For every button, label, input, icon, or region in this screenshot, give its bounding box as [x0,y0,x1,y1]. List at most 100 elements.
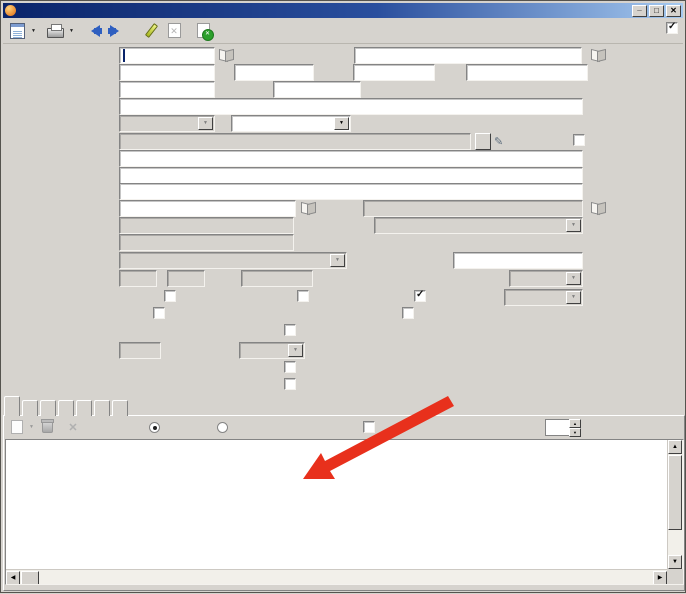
title-bar[interactable] [3,3,683,18]
cito-checkbox[interactable] [402,307,414,319]
chevron-down-icon[interactable] [566,291,581,304]
ak2-input[interactable] [353,64,435,81]
service-window: { "window": { "title": "Услуга [просмотр… [0,0,686,593]
show-header-checkbox[interactable] [666,22,678,34]
tab-discounts[interactable] [58,400,74,416]
tab-prices[interactable] [4,396,20,416]
app-icon [5,5,16,16]
scroll-down-icon[interactable] [668,555,682,569]
report-dropdown-icon[interactable] [29,20,38,42]
chevron-down-icon[interactable] [288,344,303,357]
spinner-up-icon[interactable] [569,419,581,428]
horizontal-scrollbar[interactable] [6,569,667,585]
description-input[interactable] [119,183,583,200]
edit-button[interactable] [140,20,162,42]
scroll-left-icon[interactable] [6,571,20,585]
print-button[interactable] [44,20,66,42]
end-date-input[interactable] [119,234,294,251]
age-from-input[interactable] [119,270,157,287]
maximize-button[interactable] [649,5,664,17]
vertical-scroll-thumb[interactable] [668,455,682,530]
scroll-right-icon[interactable] [653,571,667,585]
forward-button[interactable] [105,20,127,42]
attach-period-input[interactable] [119,342,161,359]
currency-combo[interactable] [509,270,583,287]
main-dept-input[interactable] [354,47,582,64]
type-sub-combo[interactable] [231,115,351,132]
horizontal-scroll-thumb[interactable] [21,571,39,585]
group-input[interactable] [119,200,296,217]
repeat-control-checkbox[interactable] [284,324,296,336]
short-name-input[interactable] [119,150,583,167]
close-record-button[interactable] [192,20,214,42]
start-date-input[interactable] [119,217,294,234]
nds-lookup-icon[interactable] [591,203,605,214]
spinner-down-icon[interactable] [569,428,581,437]
tab-service-sets[interactable] [22,400,38,416]
name-input[interactable] [119,98,583,115]
periodic-checkbox[interactable] [297,290,309,302]
chevron-down-icon[interactable] [566,219,581,232]
invoice-combo[interactable] [504,289,583,306]
changeable-price-checkbox[interactable] [414,290,426,302]
chevron-down-icon[interactable] [330,254,345,267]
age-to-input[interactable] [167,270,205,287]
delete-record-button[interactable] [163,20,185,42]
status-combo[interactable] [374,217,583,234]
minzdrav-input[interactable] [119,81,215,98]
chevron-down-icon[interactable] [566,272,581,285]
chevron-down-icon[interactable] [198,117,213,130]
tab-bar [4,396,130,416]
by-date-radio[interactable] [149,422,160,433]
nds-input[interactable] [363,200,583,217]
tab-treatment-standards[interactable] [94,400,110,416]
back-icon [85,25,102,37]
group-lookup-icon[interactable] [301,203,315,214]
fractional-checkbox[interactable] [284,378,296,390]
recalc-checkbox[interactable] [363,421,375,433]
main-dept-lookup-icon[interactable] [591,50,605,61]
minimize-button[interactable] [632,5,647,17]
alt-name-input[interactable] [119,167,583,184]
auto-writeoff-checkbox[interactable] [153,307,165,319]
by-type-radio[interactable] [217,422,228,433]
med-institution-value [123,49,125,62]
chevron-down-icon[interactable] [334,117,349,130]
dept-direction-checkbox[interactable] [573,134,585,146]
tab-assignment-types[interactable] [76,400,92,416]
report-button[interactable] [6,20,28,42]
ak-input[interactable] [234,64,314,81]
add-price-button[interactable] [7,418,27,436]
scroll-up-icon[interactable] [668,440,682,454]
delete-price-button[interactable] [37,418,57,436]
last-count-spinner[interactable] [545,419,569,436]
tab-cost-structure[interactable] [40,400,56,416]
cancel-button[interactable]: ✕ [63,418,83,436]
vertical-scrollbar[interactable] [667,440,683,569]
complex-only-checkbox[interactable] [284,361,296,373]
edit-pencil-icon[interactable]: ✎ [494,135,503,148]
print-icon [47,28,64,38]
ak3-input[interactable] [466,64,588,81]
add-price-dropdown-icon[interactable] [27,418,36,436]
qty-limit-input[interactable] [453,252,583,269]
direction-select-button[interactable] [475,133,491,150]
unit-combo[interactable] [239,342,305,359]
med-institution-lookup-icon[interactable] [219,50,233,61]
report-icon [10,23,25,39]
type-combo[interactable] [119,115,215,132]
price-table [5,439,684,585]
scrollbar-corner [667,569,683,585]
print-dropdown-icon[interactable] [67,20,76,42]
gender-limit-combo[interactable] [119,252,347,269]
code-input[interactable] [119,64,215,81]
direction-input[interactable] [119,133,471,150]
price-table-header-row [6,440,667,455]
med-institution-input[interactable] [119,47,215,64]
price-input[interactable] [241,270,313,287]
oms-input[interactable] [273,81,361,98]
tab-branch-relevance[interactable] [112,400,128,416]
close-button[interactable] [666,5,681,17]
fact-control-checkbox[interactable] [164,290,176,302]
back-button[interactable] [82,20,104,42]
